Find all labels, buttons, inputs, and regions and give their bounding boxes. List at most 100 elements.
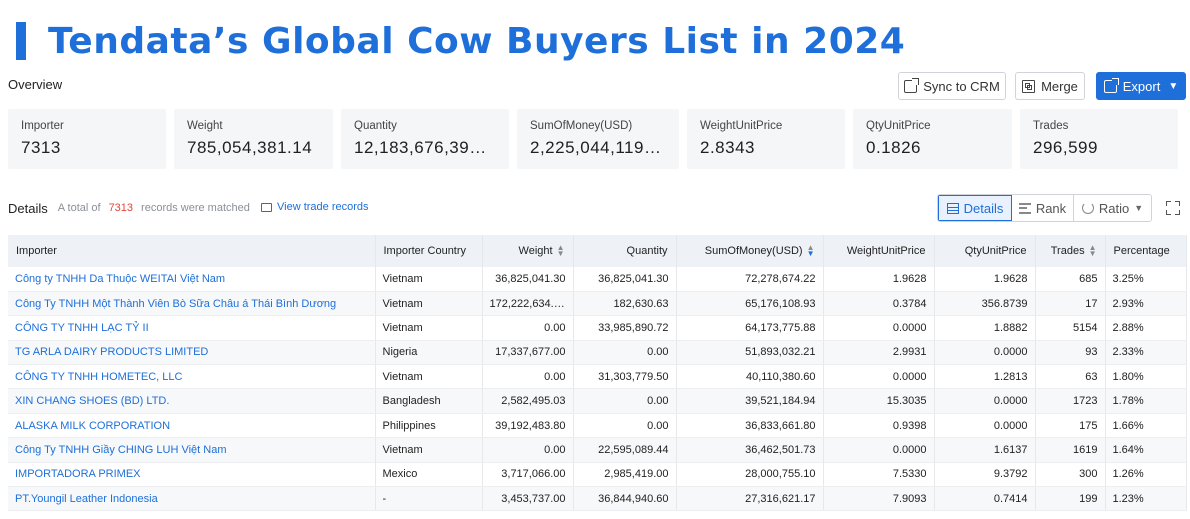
cell-importer[interactable]: PT.Youngil Leather Indonesia	[8, 486, 376, 512]
cell-percentage: 1.64%	[1105, 437, 1187, 463]
sort-icon[interactable]: ▲ ▼	[1089, 244, 1097, 258]
header-weight-unit-price[interactable]: WeightUnitPrice	[823, 235, 935, 267]
cell-quantity: 0.00	[573, 340, 677, 366]
cell-sum-of-money: 64,173,775.88	[676, 315, 824, 341]
stat-card-weight: Weight 785,054,381.14	[174, 109, 333, 169]
stat-label: Importer	[21, 120, 64, 132]
cell-qty-unit-price: 1.6137	[934, 437, 1036, 463]
cell-sum-of-money: 28,000,755.10	[676, 462, 824, 488]
merge-label: Merge	[1041, 78, 1078, 94]
cell-importer[interactable]: IMPORTADORA PRIMEX	[8, 462, 376, 488]
tab-rank[interactable]: Rank	[1012, 195, 1074, 221]
cell-weight: 17,337,677.00	[482, 340, 574, 366]
view-mode-tabs: Details Rank Ratio ▼	[937, 194, 1152, 222]
cell-country: Vietnam	[375, 437, 483, 463]
cell-sum-of-money: 72,278,674.22	[676, 267, 824, 292]
cell-weight-unit-price: 15.3035	[823, 388, 935, 414]
page-title: Tendata’s Global Cow Buyers List in 2024	[48, 20, 906, 62]
cell-importer[interactable]: Công Ty TNHH Giầy CHING LUH Việt Nam	[8, 437, 376, 463]
stat-value: 2,225,044,119.19	[530, 138, 666, 157]
stat-label: WeightUnitPrice	[700, 120, 783, 132]
fullscreen-icon[interactable]	[1166, 201, 1180, 215]
tab-rank-label: Rank	[1035, 200, 1067, 216]
cell-weight-unit-price: 1.9628	[823, 267, 935, 292]
export-label: Export	[1122, 78, 1161, 94]
tab-details-label: Details	[963, 200, 1004, 216]
cell-weight: 0.00	[482, 315, 574, 341]
cell-trades: 175	[1035, 413, 1106, 439]
view-trade-records-link[interactable]: View trade records	[261, 201, 369, 213]
stat-value: 0.1826	[866, 138, 921, 157]
cell-sum-of-money: 36,833,661.80	[676, 413, 824, 439]
header-importer[interactable]: Importer	[8, 235, 376, 267]
cell-trades: 199	[1035, 486, 1106, 512]
cell-quantity: 2,985,419.00	[573, 462, 677, 488]
ratio-icon	[1081, 202, 1094, 214]
merge-button[interactable]: Merge	[1015, 72, 1085, 100]
cell-weight: 0.00	[482, 437, 574, 463]
tab-details[interactable]: Details	[938, 195, 1012, 221]
cell-percentage: 1.80%	[1105, 364, 1187, 390]
cell-qty-unit-price: 356.8739	[934, 291, 1036, 317]
cell-sum-of-money: 65,176,108.93	[676, 291, 824, 317]
cell-country: Nigeria	[375, 340, 483, 366]
header-sum-of-money[interactable]: SumOfMoney(USD) ▲ ▼	[676, 235, 824, 267]
cell-trades: 5154	[1035, 315, 1106, 341]
cell-country: Mexico	[375, 462, 483, 488]
header-importer-country[interactable]: Importer Country	[375, 235, 483, 267]
sync-to-crm-label: Sync to CRM	[923, 78, 1000, 94]
overview-stats: Importer 7313 Weight 785,054,381.14 Quan…	[8, 109, 1178, 169]
cell-importer[interactable]: CÔNG TY TNHH LẠC TỶ II	[8, 315, 376, 341]
cell-weight-unit-price: 0.0000	[823, 437, 935, 463]
cell-importer[interactable]: Công Ty TNHH Một Thành Viên Bò Sữa Châu …	[8, 291, 376, 317]
header-qty-unit-price[interactable]: QtyUnitPrice	[934, 235, 1036, 267]
cell-percentage: 1.78%	[1105, 388, 1187, 414]
records-icon	[261, 202, 272, 212]
cell-importer[interactable]: CÔNG TY TNHH HOMETEC, LLC	[8, 364, 376, 390]
cell-country: Vietnam	[375, 364, 483, 390]
sort-icon[interactable]: ▲ ▼	[807, 244, 815, 258]
stat-label: Weight	[187, 120, 223, 132]
page-title-bar: Tendata’s Global Cow Buyers List in 2024	[16, 20, 906, 62]
sync-to-crm-button[interactable]: Sync to CRM	[898, 72, 1006, 100]
cell-importer[interactable]: TG ARLA DAIRY PRODUCTS LIMITED	[8, 340, 376, 366]
cell-country: Bangladesh	[375, 388, 483, 414]
cell-weight: 172,222,634.80	[482, 291, 574, 317]
cell-weight: 0.00	[482, 364, 574, 390]
cell-percentage: 2.93%	[1105, 291, 1187, 317]
cell-qty-unit-price: 1.8882	[934, 315, 1036, 341]
cell-importer[interactable]: XIN CHANG SHOES (BD) LTD.	[8, 388, 376, 414]
cell-qty-unit-price: 0.0000	[934, 413, 1036, 439]
header-percentage[interactable]: Percentage	[1105, 235, 1187, 267]
sort-icon[interactable]: ▲ ▼	[557, 244, 565, 258]
cell-importer[interactable]: ALASKA MILK CORPORATION	[8, 413, 376, 439]
cell-quantity: 33,985,890.72	[573, 315, 677, 341]
cell-weight: 39,192,483.80	[482, 413, 574, 439]
title-accent-bar	[16, 22, 26, 60]
cell-trades: 1723	[1035, 388, 1106, 414]
overview-label: Overview	[8, 77, 63, 92]
tab-ratio-label: Ratio	[1098, 200, 1130, 216]
header-quantity[interactable]: Quantity	[573, 235, 677, 267]
cell-weight-unit-price: 2.9931	[823, 340, 935, 366]
cell-sum-of-money: 39,521,184.94	[676, 388, 824, 414]
table-header-row: Importer Importer Country Weight ▲ ▼ Quant…	[8, 235, 1187, 267]
tab-ratio[interactable]: Ratio ▼	[1074, 195, 1151, 221]
cell-weight-unit-price: 7.9093	[823, 486, 935, 512]
header-weight[interactable]: Weight ▲ ▼	[482, 235, 574, 267]
cell-quantity: 182,630.63	[573, 291, 677, 317]
table-row: CÔNG TY TNHH LẠC TỶ II Vietnam 0.00 33,985,…	[8, 315, 1187, 341]
cell-percentage: 1.66%	[1105, 413, 1187, 439]
table-row: PT.Youngil Leather Indonesia -3,453,737.0…	[8, 486, 1187, 512]
export-button[interactable]: Export ▼	[1096, 72, 1186, 100]
stat-label: Trades	[1033, 120, 1069, 132]
cell-country: Vietnam	[375, 315, 483, 341]
header-trades[interactable]: Trades ▲ ▼	[1035, 235, 1106, 267]
cell-sum-of-money: 40,110,380.60	[676, 364, 824, 390]
cell-country: -	[375, 486, 483, 512]
cell-weight: 3,453,737.00	[482, 486, 574, 512]
cell-importer[interactable]: Công ty TNHH Da Thuộc WEITAI Việt Nam	[8, 267, 376, 292]
table-row: XIN CHANG SHOES (BD) LTD. Bangladesh 2,582…	[8, 388, 1187, 414]
table-row: Công Ty TNHH Một Thành Viên Bò Sữa Châu …	[8, 291, 1187, 317]
cell-qty-unit-price: 0.0000	[934, 340, 1036, 366]
